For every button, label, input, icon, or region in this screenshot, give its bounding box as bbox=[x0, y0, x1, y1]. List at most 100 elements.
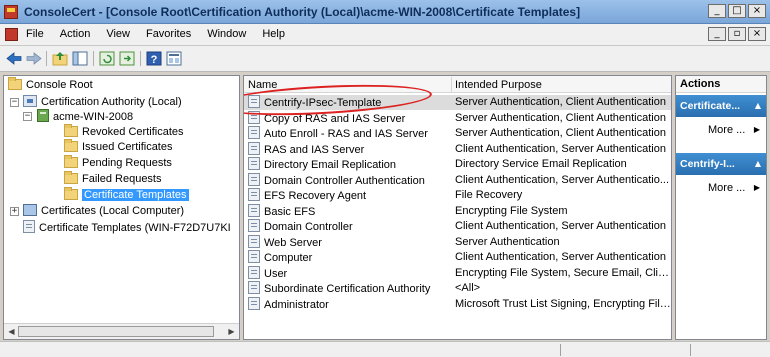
close-button[interactable]: × bbox=[748, 4, 766, 18]
actions-pane: Actions Certificate... ▲ More ... ▶ Cent… bbox=[675, 75, 767, 340]
table-row[interactable]: Computer Client Authentication, Server Au… bbox=[244, 250, 671, 265]
menu-window[interactable]: Window bbox=[207, 28, 246, 40]
menu-view[interactable]: View bbox=[106, 28, 130, 40]
tree-item-acme-win-2008[interactable]: acme-WIN-2008 bbox=[37, 109, 133, 123]
scrollbar-thumb[interactable] bbox=[18, 326, 214, 337]
template-list: Name Intended Purpose Centrify-IPsec-Tem… bbox=[243, 75, 672, 340]
table-row[interactable]: User Encrypting File System, Secure Email… bbox=[244, 265, 671, 282]
table-row[interactable]: Directory Email Replication Directory Ser… bbox=[244, 157, 671, 172]
tree-item-pending-requests[interactable]: Pending Requests bbox=[64, 155, 172, 170]
action-group-centrify-template[interactable]: Centrify-I... ▲ bbox=[676, 153, 766, 175]
template-name-text: Web Server bbox=[264, 236, 322, 249]
menu-help[interactable]: Help bbox=[262, 28, 285, 40]
certificate-template-icon bbox=[248, 95, 260, 108]
child-minimize-button[interactable]: _ bbox=[708, 27, 726, 41]
column-header-name[interactable]: Name bbox=[248, 79, 277, 91]
collapse-icon[interactable]: − bbox=[23, 112, 32, 121]
console-document-icon[interactable] bbox=[5, 28, 18, 41]
table-row[interactable]: Domain Controller Authentication Client A… bbox=[244, 172, 671, 189]
show-hide-tree-icon[interactable] bbox=[71, 50, 89, 67]
scroll-right-icon[interactable]: ▶ bbox=[225, 325, 238, 338]
table-row[interactable]: Administrator Microsoft Trust List Signin… bbox=[244, 296, 671, 312]
menu-file[interactable]: File bbox=[26, 28, 44, 40]
certificate-template-icon bbox=[248, 110, 260, 124]
template-name-text: Computer bbox=[264, 252, 313, 264]
table-row[interactable]: Copy of RAS and IAS Server Server Authent… bbox=[244, 110, 671, 127]
collapse-caret-icon[interactable]: ▲ bbox=[755, 95, 761, 117]
certification-authority-icon bbox=[23, 95, 37, 107]
table-row[interactable]: Auto Enroll - RAS and IAS Server Server A… bbox=[244, 126, 671, 141]
tree-item-label: Issued Certificates bbox=[82, 141, 173, 153]
certificate-template-icon bbox=[248, 157, 260, 170]
folder-icon bbox=[64, 187, 78, 200]
template-name-text: Domain Controller bbox=[264, 221, 353, 233]
action-more-label: More ... bbox=[708, 124, 746, 136]
maximize-button[interactable]: □ bbox=[728, 4, 746, 18]
tree-horizontal-scrollbar[interactable]: ◀ ▶ bbox=[4, 323, 239, 339]
expand-icon[interactable]: + bbox=[10, 207, 19, 216]
collapse-caret-icon[interactable]: ▲ bbox=[755, 153, 761, 175]
table-row[interactable]: Centrify-IPsec-Template Server Authentica… bbox=[244, 95, 671, 110]
tree-item-certificates-local-computer[interactable]: Certificates (Local Computer) bbox=[23, 204, 184, 218]
column-header-intended-purpose[interactable]: Intended Purpose bbox=[455, 79, 542, 91]
child-window-controls: _ ▫ × bbox=[708, 27, 766, 41]
child-close-button[interactable]: × bbox=[748, 27, 766, 41]
tree-item-certificate-templates[interactable]: Certificate Templates bbox=[64, 187, 189, 202]
template-name-cell: EFS Recovery Agent bbox=[248, 188, 366, 204]
certificate-template-icon bbox=[248, 141, 260, 155]
table-row[interactable]: Basic EFS Encrypting File System bbox=[244, 203, 671, 219]
template-name-cell: Web Server bbox=[248, 234, 322, 251]
intended-purpose-cell: Encrypting File System bbox=[455, 204, 568, 217]
template-name-text: Domain Controller Authentication bbox=[264, 174, 425, 187]
back-icon[interactable] bbox=[5, 50, 23, 67]
menu-favorites[interactable]: Favorites bbox=[146, 28, 191, 40]
certificate-template-icon bbox=[248, 188, 260, 201]
tree-item-console-root[interactable]: Console Root bbox=[8, 77, 93, 92]
action-more-certificate-templates[interactable]: More ... ▶ bbox=[676, 121, 766, 139]
table-row[interactable]: Domain Controller Client Authentication, … bbox=[244, 219, 671, 235]
certificate-template-icon bbox=[248, 172, 260, 186]
template-name-cell: User bbox=[248, 265, 287, 282]
certificate-template-icon bbox=[248, 126, 260, 139]
table-row[interactable]: Subordinate Certification Authority <All> bbox=[244, 281, 671, 296]
up-folder-icon[interactable] bbox=[51, 50, 69, 67]
collapse-icon[interactable]: − bbox=[10, 98, 19, 107]
folder-icon bbox=[8, 77, 22, 90]
tree-item-revoked-certificates[interactable]: Revoked Certificates bbox=[64, 124, 184, 139]
template-name-cell: Copy of RAS and IAS Server bbox=[248, 110, 405, 127]
table-row[interactable]: EFS Recovery Agent File Recovery bbox=[244, 188, 671, 204]
action-group-certificate-templates[interactable]: Certificate... ▲ bbox=[676, 95, 766, 117]
intended-purpose-cell: Client Authentication, Server Authentica… bbox=[455, 220, 666, 232]
action-more-centrify-template[interactable]: More ... ▶ bbox=[676, 179, 766, 197]
certificate-template-icon bbox=[248, 234, 260, 248]
help-icon[interactable]: ? bbox=[145, 50, 163, 67]
table-row[interactable]: Web Server Server Authentication bbox=[244, 234, 671, 251]
template-name-text: Auto Enroll - RAS and IAS Server bbox=[264, 128, 428, 140]
template-name-cell: Domain Controller Authentication bbox=[248, 172, 425, 189]
template-name-cell: Domain Controller bbox=[248, 219, 353, 235]
tree-item-label: Certification Authority (Local) bbox=[41, 96, 182, 108]
folder-icon bbox=[64, 124, 78, 137]
tree-item-certification-authority[interactable]: Certification Authority (Local) bbox=[23, 95, 182, 109]
forward-icon[interactable] bbox=[25, 50, 43, 67]
tree-item-issued-certificates[interactable]: Issued Certificates bbox=[64, 139, 173, 154]
intended-purpose-cell: Server Authentication, Client Authentica… bbox=[455, 127, 666, 139]
table-row[interactable]: RAS and IAS Server Client Authentication,… bbox=[244, 141, 671, 157]
menu-action[interactable]: Action bbox=[60, 28, 91, 40]
intended-purpose-cell: Client Authentication, Server Authentica… bbox=[455, 251, 666, 263]
child-restore-button[interactable]: ▫ bbox=[728, 27, 746, 41]
scroll-left-icon[interactable]: ◀ bbox=[5, 325, 18, 338]
template-name-text: Basic EFS bbox=[264, 205, 316, 218]
tree-item-label: acme-WIN-2008 bbox=[53, 111, 134, 123]
title-bar: ConsoleCert - [Console Root\Certificatio… bbox=[0, 0, 770, 24]
refresh-icon[interactable] bbox=[98, 50, 116, 67]
certificate-template-icon bbox=[248, 203, 260, 217]
certificate-template-icon bbox=[248, 219, 260, 232]
tree-item-certificate-templates-server[interactable]: Certificate Templates (WIN-F72D7U7KI bbox=[23, 220, 231, 234]
action-group-label: Certificate... bbox=[680, 100, 741, 112]
export-list-icon[interactable] bbox=[118, 50, 136, 67]
tree-item-failed-requests[interactable]: Failed Requests bbox=[64, 171, 162, 186]
menu-bar: File Action View Favorites Window Help _… bbox=[0, 24, 770, 46]
minimize-button[interactable]: _ bbox=[708, 4, 726, 18]
properties-icon[interactable] bbox=[165, 50, 183, 67]
